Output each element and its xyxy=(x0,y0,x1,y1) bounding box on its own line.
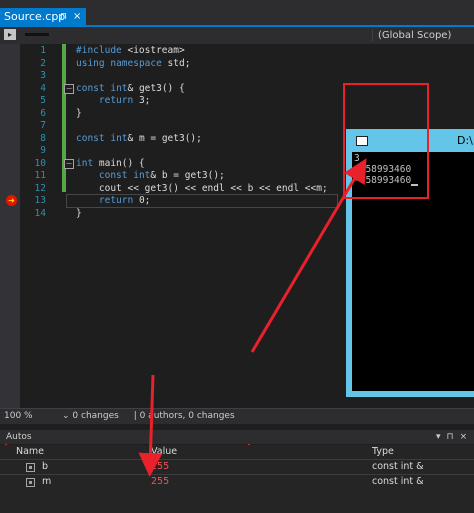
autos-panel-header: Autos ▾ ⊓ × xyxy=(0,430,474,444)
line-number: 12 xyxy=(34,182,46,194)
redacted-project-name xyxy=(25,32,50,36)
var-type: const int & xyxy=(372,476,424,487)
console-title: D:\ xyxy=(457,134,473,147)
table-row[interactable]: ▪ m 255 const int & xyxy=(0,474,474,489)
column-header-value[interactable]: Value xyxy=(151,445,177,458)
code-line[interactable]: return 3; xyxy=(76,95,151,108)
table-row[interactable]: ▪ b 255 const int & xyxy=(0,459,474,474)
pin-icon[interactable]: ⊓ xyxy=(447,432,454,442)
var-name: m xyxy=(42,476,52,487)
code-line[interactable]: int main() { xyxy=(76,158,145,171)
project-dropdown[interactable]: ▸ xyxy=(4,29,354,42)
column-header-type[interactable]: Type xyxy=(372,445,394,458)
code-line[interactable]: return 0; xyxy=(76,195,151,208)
tab-bar: Source.cpp ⊓ × xyxy=(0,0,474,27)
line-number: 3 xyxy=(40,70,46,81)
line-number: 4 xyxy=(40,82,46,94)
changes-label: 0 changes xyxy=(72,411,119,421)
var-value[interactable]: 255 xyxy=(151,460,169,474)
line-number: 7 xyxy=(40,120,46,131)
code-line[interactable]: #include <iostream> xyxy=(76,45,185,58)
line-number: 11 xyxy=(34,170,46,181)
code-line[interactable]: const int& get3() { xyxy=(76,83,185,96)
variable-icon: ▪ xyxy=(26,463,35,472)
authors-label: 0 authors, 0 changes xyxy=(139,411,235,421)
line-number: 8 xyxy=(40,132,46,144)
autos-window-controls: ▾ ⊓ × xyxy=(436,430,473,444)
line-number: 2 xyxy=(40,57,46,69)
code-line[interactable]: const int& m = get3(); xyxy=(76,133,202,146)
change-tracking-bar xyxy=(62,44,66,192)
tab-source-cpp[interactable]: Source.cpp ⊓ × xyxy=(0,8,86,26)
line-number: 5 xyxy=(40,95,46,106)
autos-title: Autos xyxy=(6,432,32,442)
code-line[interactable]: const int& b = get3(); xyxy=(76,170,225,183)
var-value[interactable]: 255 xyxy=(151,475,169,489)
column-header-name[interactable]: Name xyxy=(16,445,44,458)
zoom-dropdown[interactable]: 100 % xyxy=(4,409,33,423)
autos-table: Name Value Type ▪ b 255 const int & ▪ m … xyxy=(0,445,474,513)
code-line[interactable]: } xyxy=(76,108,82,121)
pin-icon[interactable]: ⊓ xyxy=(60,8,67,26)
line-number: 10 xyxy=(34,157,46,169)
var-name: b xyxy=(42,461,49,472)
collapse-icon[interactable]: − xyxy=(64,159,74,169)
code-line[interactable]: using namespace std; xyxy=(76,58,190,71)
code-line[interactable]: cout << get3() << endl << b << endl <<m; xyxy=(76,183,328,196)
navigation-bar: ▸ (Global Scope) xyxy=(0,27,474,45)
codelens-info: ⌄ 0 changes | 0 authors, 0 changes xyxy=(62,409,247,423)
line-number: 13 xyxy=(34,195,46,206)
line-number: 1 xyxy=(40,45,46,56)
cpp-file-icon: ▸ xyxy=(4,29,16,40)
line-number: 14 xyxy=(34,207,46,219)
variable-icon: ▪ xyxy=(26,478,35,487)
line-number: 9 xyxy=(40,145,46,156)
tab-label: Source.cpp xyxy=(4,10,66,23)
close-icon[interactable]: × xyxy=(460,432,468,442)
breakpoint-margin[interactable]: ➜ xyxy=(0,44,20,408)
var-type: const int & xyxy=(372,461,424,472)
line-number: 6 xyxy=(40,107,46,119)
editor-status-bar: 100 % ⌄ 0 changes | 0 authors, 0 changes xyxy=(0,408,474,424)
dropdown-icon[interactable]: ▾ xyxy=(436,432,441,442)
close-icon[interactable]: × xyxy=(73,8,81,26)
authors-indicator[interactable]: | 0 authors, 0 changes xyxy=(134,411,241,421)
scope-dropdown[interactable]: (Global Scope) xyxy=(372,29,474,42)
collapse-icon[interactable]: − xyxy=(64,84,74,94)
annotation-box-console xyxy=(343,83,429,199)
changes-indicator[interactable]: ⌄ 0 changes xyxy=(62,411,125,421)
breakpoint-current-line-icon[interactable]: ➜ xyxy=(6,195,17,206)
code-line[interactable]: } xyxy=(76,208,82,221)
